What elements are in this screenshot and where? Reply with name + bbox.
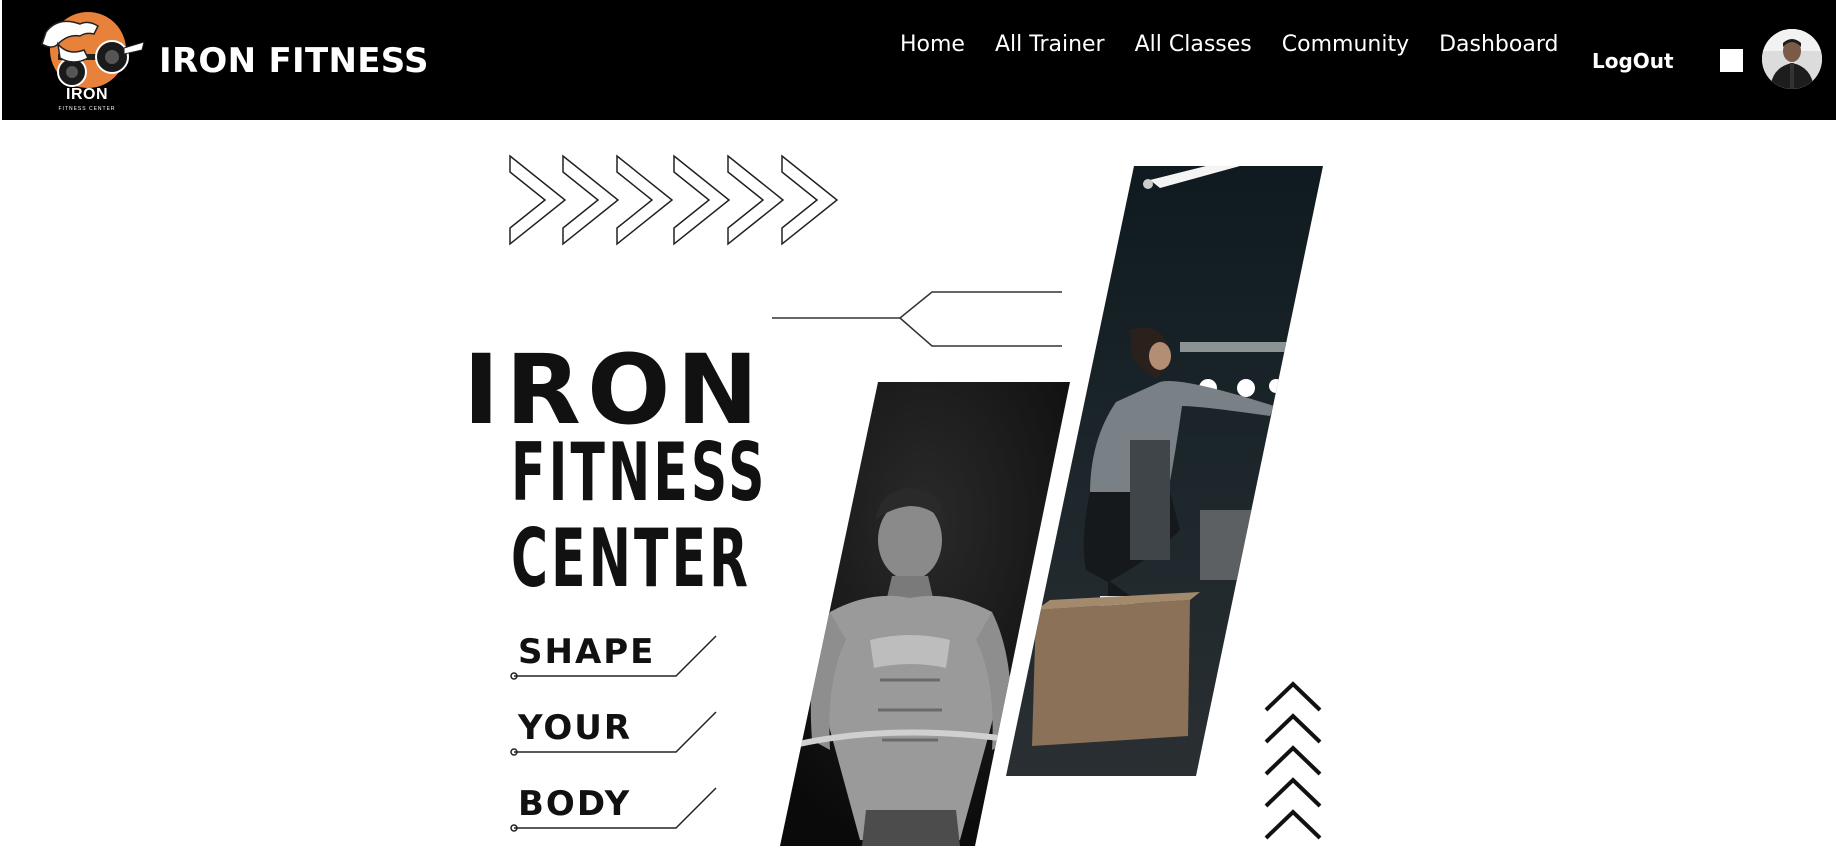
nav-home[interactable]: Home	[900, 28, 965, 62]
hero-heading-iron: IRON	[463, 334, 765, 446]
hero-heading-fitness: FITNESS	[511, 426, 768, 519]
up-chevrons-icon	[1264, 681, 1322, 840]
nav-community[interactable]: Community	[1282, 28, 1409, 62]
slogan-your: YOUR	[518, 708, 633, 748]
logo-wordmark: IRON	[66, 86, 108, 103]
chevron-arrows-icon	[509, 154, 839, 246]
hero-graphics	[509, 154, 1323, 846]
brand-logo[interactable]: IRON FITNESS CENTER	[28, 10, 146, 112]
hero-banner: IRON FITNESS CENTER SHAPE YOUR BODY	[0, 120, 1836, 846]
nav-all-classes[interactable]: All Classes	[1135, 28, 1252, 62]
slogan-body: BODY	[518, 784, 632, 824]
theme-toggle-icon[interactable]	[1720, 49, 1743, 72]
connector-line	[772, 291, 1062, 347]
main-nav: Home All Trainer All Classes Community D…	[900, 28, 1558, 62]
logout-button[interactable]: LogOut	[1592, 48, 1674, 74]
nav-dashboard[interactable]: Dashboard	[1439, 28, 1558, 62]
navbar: IRON FITNESS CENTER IRON FITNESS Home Al…	[2, 0, 1836, 120]
hero-heading-center: CENTER	[511, 512, 752, 605]
slogan-shape: SHAPE	[518, 632, 656, 672]
user-avatar[interactable]	[1762, 29, 1822, 89]
avatar-person-icon	[1762, 29, 1822, 89]
nav-all-trainer[interactable]: All Trainer	[995, 28, 1105, 62]
logo-subtext: FITNESS CENTER	[58, 106, 116, 112]
brand-title[interactable]: IRON FITNESS	[159, 40, 429, 82]
